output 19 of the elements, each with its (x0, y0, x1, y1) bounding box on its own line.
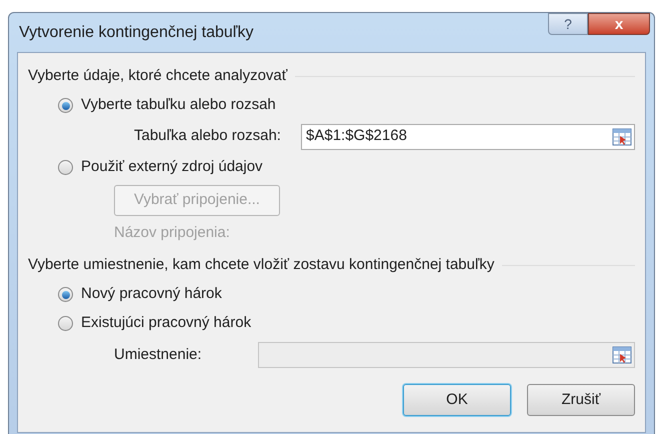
connection-name-label: Názov pripojenia: (114, 222, 230, 243)
radio-label[interactable]: Existujúci pracovný hárok (81, 312, 252, 335)
window-title: Vytvorenie kontingenčnej tabuľky (19, 22, 254, 42)
radio-label[interactable]: Vyberte tabuľku alebo rozsah (81, 94, 276, 117)
dialog-button[interactable]: OK (403, 384, 511, 416)
range-field[interactable]: $A$1:$G$2168 (301, 124, 635, 150)
section-heading: Vyberte údaje, ktoré chcete analyzovať (28, 66, 288, 86)
radio-label[interactable]: Použiť externý zdroj údajov (81, 156, 263, 179)
radio-button[interactable] (58, 316, 73, 331)
range-picker-icon[interactable] (612, 128, 632, 146)
location-label: Umiestnenie: (114, 344, 203, 365)
section-heading: Vyberte umiestnenie, kam chcete vložiť zostavu kontingenčnej tabuľky (28, 254, 494, 275)
radio-label[interactable]: Nový pracovný hárok (81, 283, 222, 306)
help-button[interactable]: ? (548, 13, 588, 35)
radio-button[interactable] (58, 160, 73, 175)
range-label: Tabuľka alebo rozsah: (134, 126, 282, 146)
radio-button[interactable] (58, 98, 73, 113)
dialog-button[interactable]: Zrušiť (527, 384, 635, 416)
radio-button[interactable] (58, 287, 73, 302)
